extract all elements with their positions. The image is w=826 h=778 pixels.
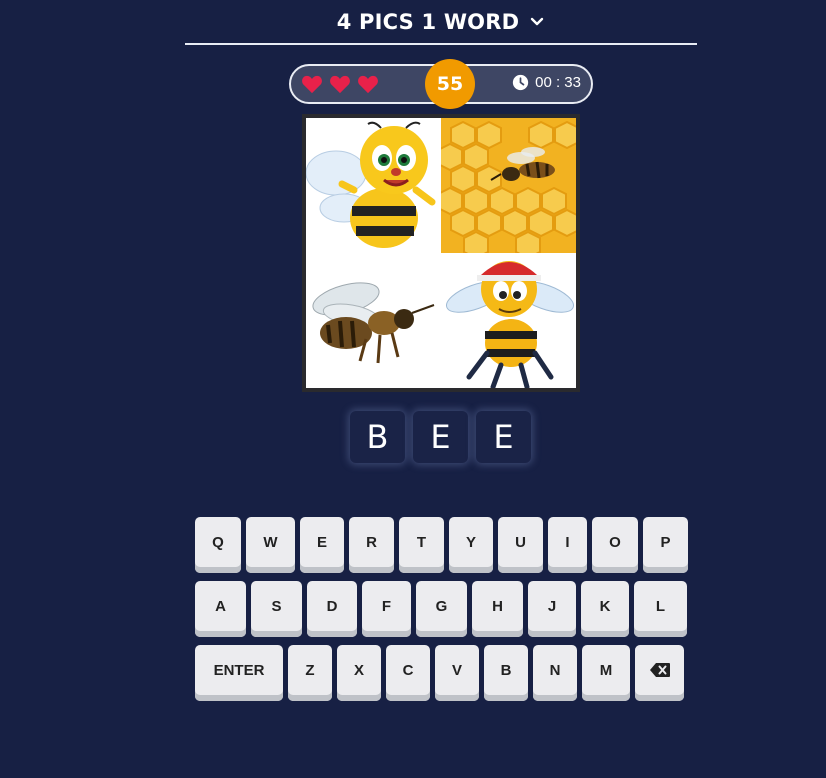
lives bbox=[301, 74, 379, 94]
key-q[interactable]: Q bbox=[195, 517, 241, 573]
key-y[interactable]: Y bbox=[449, 517, 493, 573]
bee-with-cap-icon bbox=[441, 253, 576, 388]
answer-letter[interactable]: E bbox=[413, 411, 468, 463]
key-a[interactable]: A bbox=[195, 581, 246, 637]
chevron-down-icon[interactable] bbox=[529, 14, 545, 30]
level-badge: 55 bbox=[425, 59, 475, 109]
key-l[interactable]: L bbox=[634, 581, 687, 637]
key-x[interactable]: X bbox=[337, 645, 381, 701]
key-p[interactable]: P bbox=[643, 517, 688, 573]
key-o[interactable]: O bbox=[592, 517, 638, 573]
key-g[interactable]: G bbox=[416, 581, 467, 637]
backspace-icon bbox=[649, 663, 670, 677]
key-z[interactable]: Z bbox=[288, 645, 332, 701]
enter-key[interactable]: ENTER bbox=[195, 645, 283, 701]
key-t[interactable]: T bbox=[399, 517, 444, 573]
key-d[interactable]: D bbox=[307, 581, 357, 637]
key-k[interactable]: K bbox=[581, 581, 629, 637]
key-s[interactable]: S bbox=[251, 581, 302, 637]
answer-letter[interactable]: E bbox=[476, 411, 531, 463]
key-v[interactable]: V bbox=[435, 645, 479, 701]
answer-letter[interactable]: B bbox=[350, 411, 405, 463]
heart-icon bbox=[358, 75, 378, 94]
timer: 00 : 33 bbox=[512, 74, 581, 91]
cartoon-bee-icon bbox=[306, 118, 441, 253]
key-i[interactable]: I bbox=[548, 517, 587, 573]
key-n[interactable]: N bbox=[533, 645, 577, 701]
heart-icon bbox=[302, 75, 322, 94]
key-h[interactable]: H bbox=[472, 581, 523, 637]
clock-icon bbox=[512, 74, 529, 91]
key-w[interactable]: W bbox=[246, 517, 295, 573]
heart-icon bbox=[330, 75, 350, 94]
key-j[interactable]: J bbox=[528, 581, 576, 637]
timer-value: 00 : 33 bbox=[535, 74, 581, 91]
key-f[interactable]: F bbox=[362, 581, 411, 637]
key-c[interactable]: C bbox=[386, 645, 430, 701]
flying-bee-icon bbox=[306, 253, 441, 388]
keyboard: Q W E R T Y U I O P A S D F G H J K L EN… bbox=[195, 517, 688, 709]
keyboard-row: A S D F G H J K L bbox=[195, 581, 688, 637]
key-u[interactable]: U bbox=[498, 517, 543, 573]
keyboard-row: ENTER Z X C V B N M bbox=[195, 645, 688, 701]
key-b[interactable]: B bbox=[484, 645, 528, 701]
status-bar: 55 00 : 33 bbox=[289, 59, 593, 109]
honeybee-on-honeycomb-icon bbox=[441, 118, 576, 253]
page-title: 4 PICS 1 WORD bbox=[336, 9, 520, 34]
key-e[interactable]: E bbox=[300, 517, 344, 573]
picture-board bbox=[302, 114, 580, 392]
key-r[interactable]: R bbox=[349, 517, 394, 573]
answer-slots: B E E bbox=[350, 411, 531, 463]
key-m[interactable]: M bbox=[582, 645, 630, 701]
header: 4 PICS 1 WORD bbox=[185, 0, 697, 45]
keyboard-row: Q W E R T Y U I O P bbox=[195, 517, 688, 573]
backspace-key[interactable] bbox=[635, 645, 684, 701]
